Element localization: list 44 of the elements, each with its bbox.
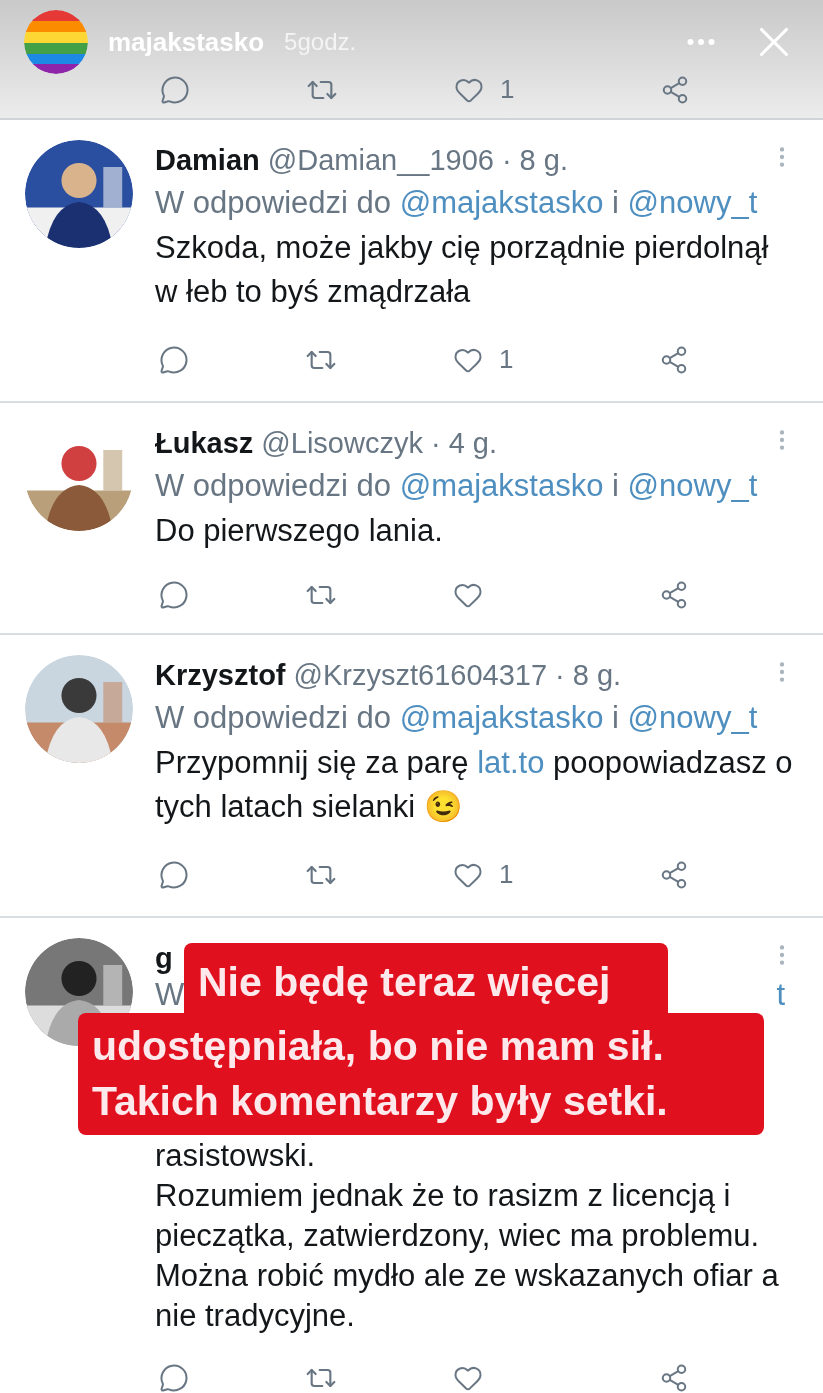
author-name[interactable]: Łukasz [155, 427, 254, 459]
mention-link[interactable]: t [776, 978, 785, 1012]
tweet-text: Do pierwszego lania. [155, 512, 444, 550]
reply-context: W odpowiedzi do @majakstasko i @nowy_t [155, 467, 759, 505]
share-icon[interactable] [660, 74, 690, 105]
tweet-text: Można robić mydło ale ze wskazanych ofiar a nie tradycyjne. [155, 1257, 780, 1335]
reply-icon[interactable] [159, 859, 189, 890]
reply-context: W [155, 978, 185, 1012]
reply-icon[interactable] [159, 1363, 189, 1393]
reply-icon[interactable] [159, 344, 189, 375]
post-time: · 8 g. [501, 144, 568, 176]
reply-icon[interactable] [159, 580, 189, 610]
author-name[interactable]: Krzysztof [155, 659, 286, 691]
like-count: 1 [499, 343, 514, 376]
mention-link[interactable]: @nowy_t [627, 700, 758, 735]
mention-link[interactable]: @nowy_t [627, 468, 758, 503]
post-time: · 8 g. [555, 659, 622, 691]
author-handle: @Krzyszt61604317 [293, 659, 548, 691]
mention-link[interactable]: @majakstasko [399, 468, 604, 503]
overlay-caption: Nie będę teraz więcej [198, 958, 612, 1007]
share-icon[interactable] [659, 580, 689, 610]
like-count: 1 [500, 73, 515, 106]
overlay-caption: udostępniała, bo nie mam sił. [92, 1022, 665, 1071]
share-icon[interactable] [659, 344, 689, 375]
overlay-caption: Takich komentarzy były setki. [92, 1077, 669, 1126]
like-count: 1 [499, 858, 514, 891]
reply-icon[interactable] [160, 74, 190, 105]
post-time: · 4 g. [430, 427, 497, 459]
mention-link[interactable]: @nowy_t [627, 185, 758, 220]
tweet-text: Przypomnij się za parę lat.to poopowiadzasz o tych latach sielanki 😉 [155, 744, 794, 826]
author-handle: @Damian__1906 [267, 144, 494, 176]
author-handle: @Lisowczyk [261, 427, 423, 459]
share-icon[interactable] [659, 859, 689, 890]
link[interactable]: lat.to [477, 745, 545, 780]
tweet-text: rasistowski. [155, 1137, 317, 1175]
author-name[interactable]: Damian [155, 144, 260, 176]
tweet-text: Rozumiem jednak że to rasizm z licencją i pieczątka, zatwierdzony, wiec ma problemu. [155, 1177, 761, 1255]
reply-context: W odpowiedzi do @majakstasko i @nowy_t [155, 184, 759, 222]
reply-context: W odpowiedzi do @majakstasko i @nowy_t [155, 699, 759, 737]
mention-link[interactable]: @majakstasko [399, 185, 604, 220]
mention-link[interactable]: @majakstasko [399, 700, 604, 735]
share-icon[interactable] [659, 1363, 689, 1393]
author-name[interactable]: g [155, 942, 173, 974]
tweet-text: Szkoda, może jakby cię porządnie pierdolnął w łeb to byś zmądrzała [155, 229, 770, 311]
